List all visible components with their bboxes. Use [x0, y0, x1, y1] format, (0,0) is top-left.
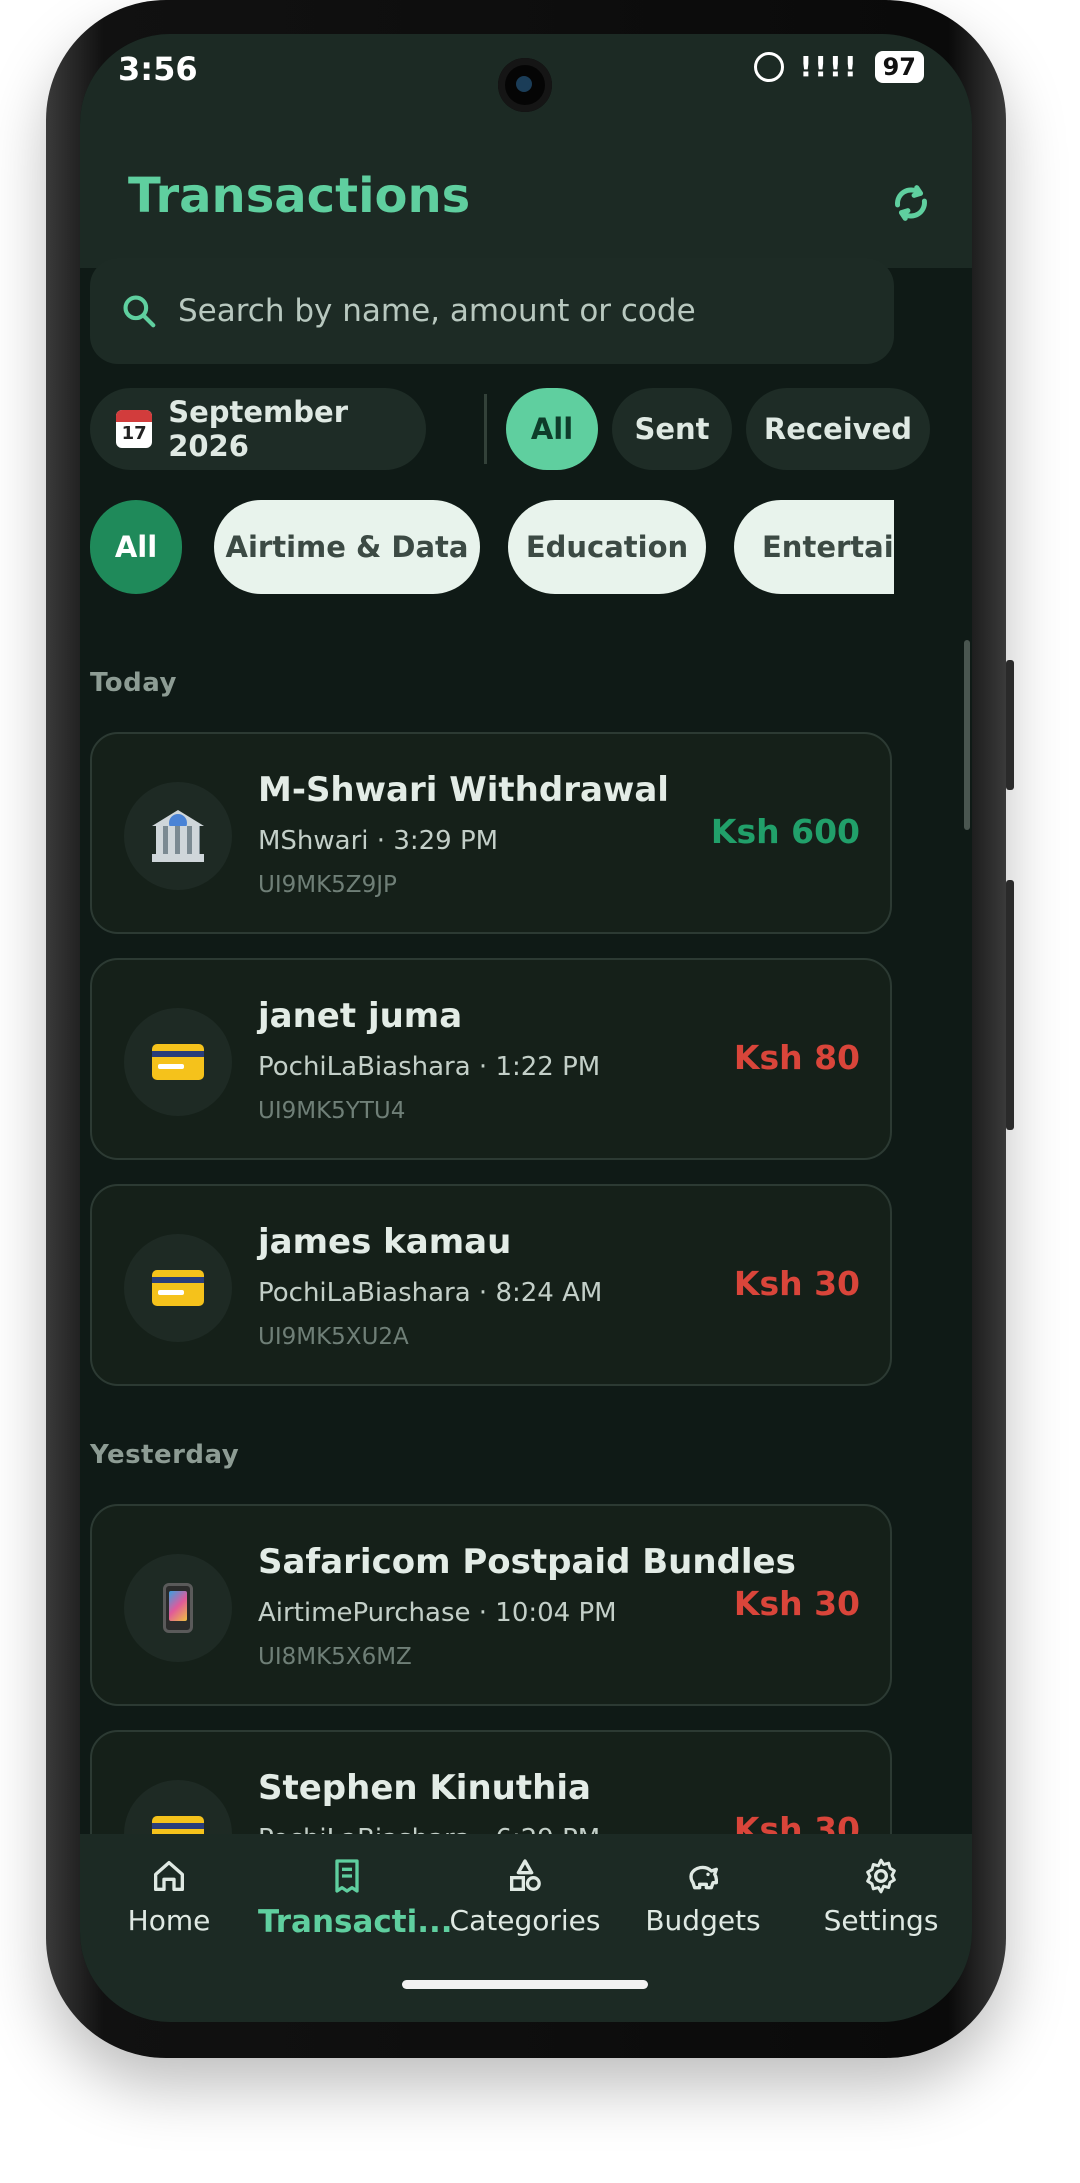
home-icon [154, 1861, 184, 1891]
mobile-phone-icon [163, 1583, 193, 1633]
nav-budgets-label: Budgets [645, 1904, 761, 1937]
piggy-bank-icon [689, 1865, 718, 1890]
nav-transactions-label: Transacti... [258, 1904, 453, 1940]
section-header-yesterday: Yesterday [90, 1440, 240, 1470]
battery-level: 97 [874, 50, 924, 83]
page-title: Transactions [128, 168, 471, 224]
app-bar: Transactions [80, 138, 972, 268]
type-filter-received[interactable]: Received [746, 388, 930, 470]
type-filter-sent[interactable]: Sent [612, 388, 732, 470]
type-filter-all[interactable]: All [506, 388, 598, 470]
shapes-icon [510, 1859, 541, 1891]
category-chip-education[interactable]: Education [508, 500, 706, 594]
volume-button [1006, 660, 1014, 790]
transaction-card[interactable]: Stephen Kinuthia PochiLaBiashara · 6:29 … [90, 1730, 892, 1834]
nav-home[interactable]: Home [80, 1856, 258, 1937]
nav-settings-label: Settings [823, 1904, 939, 1937]
nav-transactions[interactable]: Transacti... [258, 1856, 453, 1940]
category-chip-entertainment[interactable]: Entertain [734, 500, 894, 594]
transaction-amount: Ksh 600 [710, 812, 860, 851]
filter-divider [484, 394, 487, 464]
transaction-amount: Ksh 80 [733, 1038, 860, 1077]
bottom-nav-wrap: Home Transacti... Categories Budgets Set… [80, 1834, 972, 2022]
category-chip-airtime-data[interactable]: Airtime & Data [214, 500, 480, 594]
category-chip-all[interactable]: All [90, 500, 182, 594]
nav-categories[interactable]: Categories [436, 1856, 614, 1937]
sync-icon[interactable] [888, 180, 934, 226]
search-input[interactable] [176, 292, 894, 330]
alarm-icon [753, 51, 784, 82]
transaction-avatar [124, 782, 232, 890]
transaction-card[interactable]: janet juma PochiLaBiashara · 1:22 PM UI9… [90, 958, 892, 1160]
month-picker-chip[interactable]: September 2026 [90, 388, 426, 470]
month-label: September 2026 [168, 395, 348, 463]
partial-card-clip: Stephen Kinuthia PochiLaBiashara · 6:29 … [0, 1730, 1080, 1834]
bank-icon [152, 810, 204, 862]
home-indicator[interactable] [402, 1980, 648, 1989]
transaction-avatar [124, 1554, 232, 1662]
transaction-avatar [124, 1780, 232, 1834]
nav-categories-label: Categories [449, 1904, 601, 1937]
search-bar[interactable] [90, 258, 894, 364]
nav-settings[interactable]: Settings [792, 1856, 970, 1937]
credit-card-icon [152, 1816, 204, 1834]
calendar-icon [116, 410, 153, 448]
section-header-today: Today [90, 668, 177, 698]
nav-home-label: Home [127, 1904, 211, 1937]
bottom-navigation: Home Transacti... Categories Budgets Set… [80, 1834, 972, 2022]
transaction-amount: Ksh 30 [733, 1810, 860, 1834]
status-icons: !!!! 97 [753, 50, 924, 83]
transaction-meta: PochiLaBiashara · 1:22 PM [258, 1052, 601, 1082]
transaction-meta: MShwari · 3:29 PM [258, 826, 499, 856]
transaction-card[interactable]: Safaricom Postpaid Bundles AirtimePurcha… [90, 1504, 892, 1706]
transaction-code: UI8MK5X6MZ [258, 1644, 412, 1670]
transaction-name: janet juma [258, 996, 463, 1036]
transaction-avatar [124, 1234, 232, 1342]
credit-card-icon [152, 1044, 204, 1080]
transaction-code: UI9MK5XU2A [258, 1324, 409, 1350]
credit-card-icon [152, 1270, 204, 1306]
power-button [1006, 880, 1014, 1130]
transaction-meta: AirtimePurchase · 10:04 PM [258, 1598, 617, 1628]
transaction-card[interactable]: M-Shwari Withdrawal MShwari · 3:29 PM UI… [90, 732, 892, 934]
transaction-code: UI9MK5YTU4 [258, 1098, 406, 1124]
gear-icon [866, 1858, 896, 1894]
receipt-icon [335, 1859, 359, 1893]
transaction-meta: PochiLaBiashara · 8:24 AM [258, 1278, 603, 1308]
transaction-name: Safaricom Postpaid Bundles [258, 1542, 796, 1582]
transaction-avatar [124, 1008, 232, 1116]
status-bar: 3:56 !!!! 97 [80, 34, 972, 138]
transaction-amount: Ksh 30 [733, 1264, 860, 1303]
transaction-name: james kamau [258, 1222, 512, 1262]
transaction-card[interactable]: james kamau PochiLaBiashara · 8:24 AM UI… [90, 1184, 892, 1386]
transaction-meta: PochiLaBiashara · 6:29 PM [258, 1824, 600, 1834]
transaction-name: M-Shwari Withdrawal [258, 770, 669, 810]
period-type-filters: September 2026 All Sent Received [90, 388, 930, 470]
nav-budgets[interactable]: Budgets [614, 1856, 792, 1937]
search-icon [123, 295, 156, 328]
signal-icon: !!!! [799, 50, 859, 83]
front-camera [498, 58, 552, 112]
transaction-code: UI9MK5Z9JP [258, 872, 397, 898]
transaction-amount: Ksh 30 [733, 1584, 860, 1623]
transaction-name: Stephen Kinuthia [258, 1768, 591, 1808]
scrollbar-thumb[interactable] [964, 640, 970, 830]
status-time: 3:56 [118, 50, 198, 88]
category-filters: All Airtime & Data Education Entertain [90, 500, 894, 596]
